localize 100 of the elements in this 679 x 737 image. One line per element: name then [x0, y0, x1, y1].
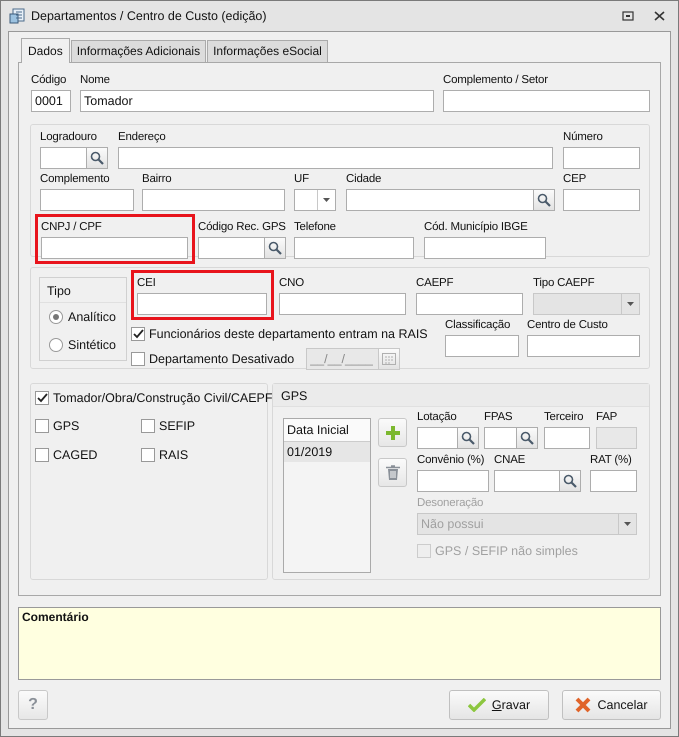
- checkbox-label: Tomador/Obra/Construção Civil/CAEPF: [53, 390, 273, 404]
- input-field[interactable]: [137, 293, 267, 315]
- field-label: Complemento: [40, 172, 110, 187]
- input-field[interactable]: [294, 237, 414, 259]
- group-title: GPS: [281, 389, 308, 403]
- input-field[interactable]: [198, 237, 265, 259]
- field-label: FPAS: [484, 410, 514, 425]
- search-button[interactable]: [265, 237, 286, 259]
- caret-icon: [624, 522, 631, 526]
- field-label: CNO: [279, 276, 305, 291]
- input-field[interactable]: [40, 189, 134, 211]
- checkbox-label: GPS: [53, 418, 80, 432]
- close-icon[interactable]: [654, 11, 665, 21]
- dropdown[interactable]: [294, 189, 336, 211]
- field-label: Terceiro: [544, 410, 584, 425]
- input-field[interactable]: [346, 189, 534, 211]
- field-label: Lotação: [417, 410, 458, 425]
- search-button[interactable]: [534, 189, 555, 211]
- caret-icon: [627, 302, 634, 306]
- cancel-button[interactable]: Cancelar: [562, 690, 661, 720]
- caret-icon: [323, 198, 330, 202]
- input-field[interactable]: [40, 147, 87, 169]
- field-label: Nome: [80, 73, 111, 88]
- input-field[interactable]: [563, 189, 640, 211]
- radio-button[interactable]: [49, 310, 63, 324]
- input-field[interactable]: [279, 293, 406, 315]
- input-field[interactable]: [484, 427, 517, 449]
- comment-box[interactable]: Comentário: [18, 607, 661, 680]
- input-field[interactable]: [527, 335, 640, 357]
- field-label: Classificação: [445, 318, 512, 333]
- radio-button[interactable]: [49, 338, 63, 352]
- calendar-icon: [382, 352, 396, 365]
- field-label: RAT (%): [590, 453, 633, 468]
- field-label: Endereço: [118, 130, 167, 145]
- field-label: CAEPF: [416, 276, 454, 291]
- tab[interactable]: Informações Adicionais: [70, 40, 206, 62]
- delete-button[interactable]: [378, 458, 407, 487]
- list-row[interactable]: 01/2019: [284, 442, 370, 462]
- checkbox[interactable]: [131, 352, 145, 366]
- search-icon: [520, 431, 534, 445]
- input-field[interactable]: [118, 147, 553, 169]
- input-field[interactable]: [445, 335, 519, 357]
- checkbox[interactable]: [131, 326, 145, 340]
- search-icon: [537, 193, 551, 207]
- input-field[interactable]: [416, 293, 523, 315]
- input-field[interactable]: [41, 237, 188, 259]
- input-field[interactable]: Tomador: [80, 90, 434, 112]
- search-icon: [90, 151, 104, 165]
- search-button[interactable]: [560, 470, 581, 492]
- field-label: Código Rec. GPS: [198, 220, 286, 235]
- tab[interactable]: Dados: [21, 38, 70, 63]
- field-label: Cidade: [346, 172, 382, 187]
- radio-label: Analítico: [68, 310, 116, 324]
- column-header: Data Inicial: [284, 419, 370, 442]
- field-label: Código: [31, 73, 68, 88]
- field-label: CNAE: [494, 453, 526, 468]
- plus-icon: [386, 426, 400, 440]
- input-field[interactable]: [443, 90, 650, 112]
- field-label: Logradouro: [40, 130, 98, 145]
- check-icon: [468, 698, 486, 712]
- window-title: Departamentos / Centro de Custo (edição): [31, 9, 268, 23]
- comment-label: Comentário: [22, 610, 89, 624]
- calendar-button[interactable]: [379, 348, 400, 370]
- save-button[interactable]: Gravar: [449, 690, 549, 720]
- input-field[interactable]: [544, 427, 590, 449]
- field-label: CNPJ / CPF: [41, 220, 103, 235]
- checkbox[interactable]: [35, 418, 49, 432]
- checkbox[interactable]: [35, 448, 49, 462]
- search-button[interactable]: [87, 147, 108, 169]
- search-button[interactable]: [517, 427, 538, 449]
- input-field[interactable]: [417, 427, 458, 449]
- field-label: Convênio (%): [417, 453, 486, 468]
- trash-icon: [386, 465, 400, 480]
- checkbox[interactable]: [35, 390, 49, 404]
- input-field[interactable]: [563, 147, 640, 169]
- tab[interactable]: Informações eSocial: [207, 40, 328, 62]
- field-label: Número: [563, 130, 604, 145]
- add-button[interactable]: [378, 418, 407, 447]
- checkbox[interactable]: [141, 448, 155, 462]
- field-label: CEP: [563, 172, 588, 187]
- field-label: FAP: [596, 410, 618, 425]
- checkbox-label: Departamento Desativado: [149, 352, 294, 366]
- window-icon: [9, 8, 25, 24]
- search-button[interactable]: [458, 427, 479, 449]
- input-field[interactable]: [590, 470, 637, 492]
- input-field[interactable]: [142, 189, 285, 211]
- search-icon: [461, 431, 475, 445]
- checkbox[interactable]: [141, 418, 155, 432]
- input-field[interactable]: [424, 237, 546, 259]
- restore-icon[interactable]: [622, 11, 634, 21]
- input-field[interactable]: [494, 470, 560, 492]
- field-label: Centro de Custo: [527, 318, 609, 333]
- checkbox-label: RAIS: [159, 448, 188, 462]
- input-field[interactable]: [417, 470, 489, 492]
- input-field[interactable]: 0001: [31, 90, 71, 112]
- field-label: Cód. Município IBGE: [424, 220, 529, 235]
- field-label: Complemento / Setor: [443, 73, 549, 88]
- checkbox-label: GPS / SEFIP não simples: [435, 544, 578, 558]
- field-label: Bairro: [142, 172, 172, 187]
- group-title: Tipo: [47, 284, 71, 298]
